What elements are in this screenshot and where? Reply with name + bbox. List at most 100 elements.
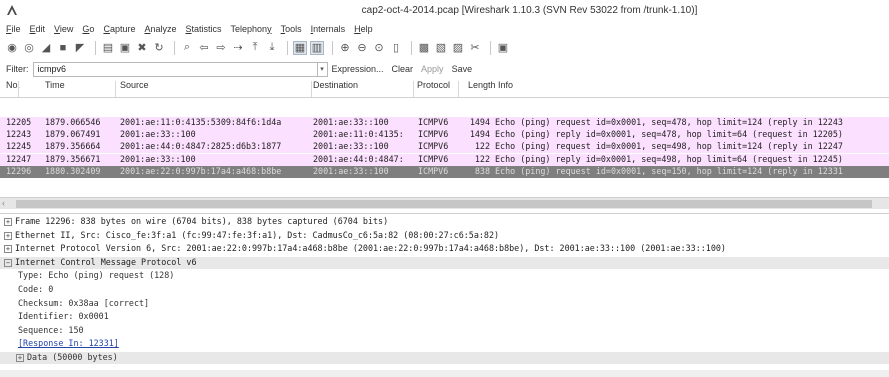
- pane-splitter[interactable]: [0, 370, 889, 377]
- clear-button[interactable]: Clear: [392, 64, 414, 74]
- collapse-icon[interactable]: −: [4, 258, 12, 267]
- find-packet-icon[interactable]: ⌕: [180, 41, 194, 55]
- column-header-length-info[interactable]: Length Info: [468, 80, 513, 90]
- save-button[interactable]: Save: [452, 64, 473, 74]
- detail-tree-row[interactable]: + Ethernet II, Src: Cisco_fe:3f:a1 (fc:99…: [0, 230, 889, 242]
- menu-item[interactable]: Go: [82, 24, 94, 34]
- menu-item[interactable]: Edit: [30, 24, 46, 34]
- packet-source-cell: 2001:ae:33::100: [120, 129, 196, 140]
- detail-tree-row[interactable]: + Frame 12296: 838 bytes on wire (6704 bi…: [0, 216, 889, 228]
- expand-icon[interactable]: +: [16, 354, 24, 362]
- packet-details-pane[interactable]: + Frame 12296: 838 bytes on wire (6704 bi…: [0, 213, 889, 377]
- restart-capture-icon[interactable]: ◤: [73, 41, 87, 55]
- filter-bar: Filter: ▾ Expression... Clear Apply Save: [0, 59, 889, 79]
- expression-button[interactable]: Expression...: [332, 64, 384, 74]
- interface-list-icon[interactable]: ◉: [5, 41, 19, 55]
- expand-icon[interactable]: +: [4, 218, 12, 226]
- display-filters-icon[interactable]: ▧: [434, 41, 448, 55]
- menu-item[interactable]: Internals: [311, 24, 346, 34]
- expand-icon[interactable]: +: [4, 245, 12, 254]
- menu-label-part: nternals: [313, 23, 346, 34]
- zoom-out-icon[interactable]: ⊖: [355, 41, 369, 55]
- zoom-in-icon[interactable]: ⊕: [338, 41, 352, 55]
- packet-time-cell: 1879.066546: [45, 117, 101, 127]
- packet-info-cell: Echo (ping) request id=0x0001, seq=478, …: [495, 117, 843, 127]
- packet-list[interactable]: No. Time Source Destination Protocol Len…: [0, 79, 889, 197]
- go-last-icon[interactable]: ⤓: [265, 41, 279, 55]
- response-link[interactable]: [Response In: 12331]: [18, 338, 119, 348]
- column-divider[interactable]: [115, 81, 116, 97]
- detail-tree-row[interactable]: Identifier: 0x0001: [0, 311, 889, 323]
- menu-item[interactable]: Capture: [103, 24, 135, 34]
- column-header-protocol[interactable]: Protocol: [417, 80, 450, 90]
- detail-tree-row[interactable]: Code: 0: [0, 284, 889, 296]
- detail-tree-row[interactable]: [Response In: 12331]: [0, 338, 889, 350]
- menu-item[interactable]: File: [6, 24, 21, 34]
- packet-no-cell: 12243: [6, 129, 32, 140]
- column-header-destination[interactable]: Destination: [313, 80, 358, 90]
- menu-item[interactable]: View: [54, 24, 73, 34]
- apply-button[interactable]: Apply: [421, 64, 444, 74]
- detail-text: Internet Control Message Protocol v6: [15, 256, 197, 267]
- column-divider[interactable]: [18, 81, 19, 97]
- menu-label-part: iew: [59, 23, 74, 34]
- scrollbar-thumb[interactable]: [16, 200, 872, 208]
- column-header-source[interactable]: Source: [120, 80, 149, 90]
- toolbar-separator: [95, 40, 96, 55]
- preferences-icon[interactable]: ✂: [468, 41, 482, 55]
- packet-row[interactable]: 12245 1879.356664 2001:ae:44:0:4847:2825:d…: [0, 141, 889, 154]
- expand-icon[interactable]: +: [4, 231, 12, 240]
- detail-text: Internet Protocol Version 6, Src: 2001:a…: [15, 243, 726, 254]
- packet-row[interactable]: 12243 1879.067491 2001:ae:33::100 2001:ae:1…: [0, 129, 889, 142]
- start-capture-icon[interactable]: ◢: [39, 41, 53, 55]
- detail-tree-row[interactable]: Type: Echo (ping) request (128): [0, 270, 889, 282]
- menu-item[interactable]: Statistics: [186, 24, 222, 34]
- detail-text: Data (50000 bytes): [27, 352, 118, 362]
- capture-filters-icon[interactable]: ▩: [417, 41, 431, 55]
- menu-label-part: o: [89, 23, 95, 34]
- filter-history-dropdown[interactable]: ▾: [317, 61, 328, 77]
- scroll-left-arrow-icon[interactable]: ‹: [2, 198, 5, 208]
- menu-item[interactable]: Help: [354, 24, 373, 34]
- detail-text: Identifier: 0x0001: [18, 311, 109, 322]
- menu-item[interactable]: Tools: [281, 24, 302, 34]
- save-file-icon[interactable]: ▣: [118, 41, 132, 55]
- go-first-icon[interactable]: ⤒: [248, 41, 262, 55]
- menu-item[interactable]: Telephony: [231, 24, 272, 34]
- column-divider[interactable]: [458, 81, 459, 97]
- resize-columns-icon[interactable]: ▯: [389, 41, 403, 55]
- help-icon[interactable]: ▣: [496, 41, 510, 55]
- normal-size-icon[interactable]: ⊙: [372, 41, 386, 55]
- menu-label-part: Telephon: [230, 23, 268, 34]
- display-filter-input[interactable]: [32, 61, 318, 77]
- toolbar-separator: [332, 40, 333, 55]
- go-to-packet-icon[interactable]: ⇢: [231, 41, 245, 55]
- close-file-icon[interactable]: ✖: [135, 41, 149, 55]
- go-forward-icon[interactable]: ⇨: [214, 41, 228, 55]
- go-back-icon[interactable]: ⇦: [197, 41, 211, 55]
- column-header-time[interactable]: Time: [45, 80, 65, 90]
- toolbar-separator: [490, 40, 491, 55]
- capture-options-icon[interactable]: ◎: [22, 41, 36, 55]
- colorize-icon[interactable]: ▦: [293, 40, 307, 55]
- open-file-icon[interactable]: ▤: [101, 41, 115, 55]
- menu-item[interactable]: Analyze: [144, 24, 176, 34]
- autoscroll-icon[interactable]: ▥: [310, 40, 324, 55]
- column-divider[interactable]: [311, 81, 312, 97]
- packet-row[interactable]: 12247 1879.356671 2001:ae:33::100 2001:ae:4…: [0, 153, 889, 166]
- column-divider[interactable]: [413, 81, 414, 97]
- detail-tree-row[interactable]: − Internet Control Message Protocol v6: [0, 256, 889, 269]
- detail-tree-row[interactable]: + Internet Protocol Version 6, Src: 2001:…: [0, 243, 889, 255]
- packet-time-cell: 1879.356671: [45, 153, 101, 164]
- stop-capture-icon[interactable]: ■: [56, 41, 70, 55]
- coloring-rules-icon[interactable]: ▨: [451, 41, 465, 55]
- menu-mnemonic: y: [267, 23, 272, 34]
- packet-source-cell: 2001:ae:22:0:997b:17a4:a468:b8be: [120, 165, 282, 176]
- detail-tree-row[interactable]: Checksum: 0x38aa [correct]: [0, 298, 889, 310]
- packet-row[interactable]: 12205 1879.066546 2001:ae:11:0:4135:5309:8…: [0, 117, 889, 129]
- packet-row[interactable]: 12296 1880.302409 2001:ae:22:0:997b:17a4:a…: [0, 165, 889, 178]
- reload-icon[interactable]: ↻: [152, 41, 166, 55]
- detail-tree-row[interactable]: Sequence: 150: [0, 325, 889, 337]
- packet-list-hscrollbar[interactable]: ‹: [0, 197, 889, 209]
- detail-tree-row[interactable]: + Data (50000 bytes): [0, 352, 889, 364]
